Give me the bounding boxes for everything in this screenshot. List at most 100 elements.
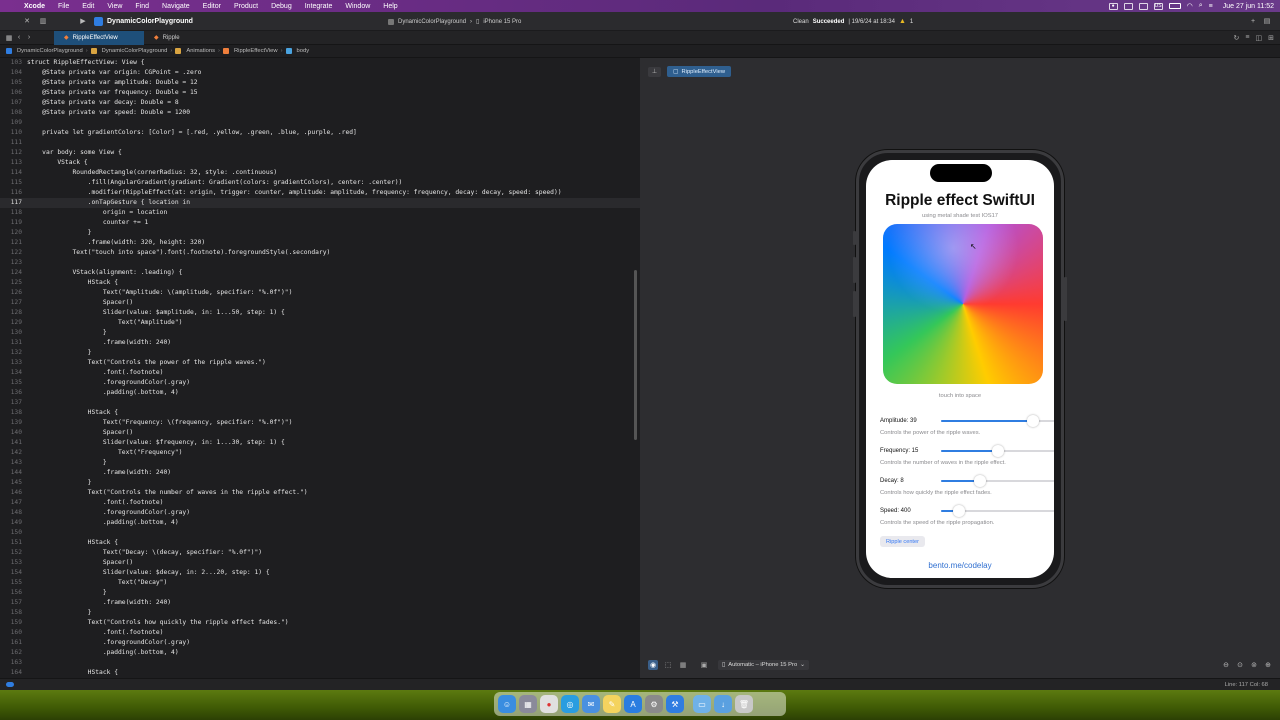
code-line[interactable]: 137 xyxy=(0,398,640,408)
project-name[interactable]: DynamicColorPlayground xyxy=(107,18,193,25)
code-line[interactable]: 156 } xyxy=(0,588,640,598)
selectable-mode-icon[interactable]: ⬚ xyxy=(663,660,673,670)
code-line[interactable]: 142 Text("Frequency") xyxy=(0,448,640,458)
code-line[interactable]: 106 @State private var frequency: Double… xyxy=(0,88,640,98)
code-line[interactable]: 158 } xyxy=(0,608,640,618)
code-line[interactable]: 153 Spacer() xyxy=(0,558,640,568)
code-line[interactable]: 125 HStack { xyxy=(0,278,640,288)
code-line[interactable]: 128 Slider(value: $amplitude, in: 1...50… xyxy=(0,308,640,318)
code-line[interactable]: 154 Slider(value: $decay, in: 2...20, st… xyxy=(0,568,640,578)
menu-integrate[interactable]: Integrate xyxy=(305,3,333,10)
ripple-center-button[interactable]: Ripple center xyxy=(880,536,925,547)
back-icon[interactable]: ‹ xyxy=(14,33,24,43)
code-line[interactable]: 108 @State private var speed: Double = 1… xyxy=(0,108,640,118)
code-editor[interactable]: 103 struct RippleEffectView: View {104 @S… xyxy=(0,58,640,678)
menu-product[interactable]: Product xyxy=(234,3,258,10)
code-line[interactable]: 120 } xyxy=(0,228,640,238)
scheme-selector[interactable]: DynamicColorPlayground › ▯ iPhone 15 Pro xyxy=(388,15,521,28)
code-line[interactable]: 164 HStack { xyxy=(0,668,640,678)
code-line[interactable]: 115 .fill(AngularGradient(gradient: Grad… xyxy=(0,178,640,188)
code-line[interactable]: 139 Text("Frequency: \(frequency, specif… xyxy=(0,418,640,428)
apple-icon[interactable] xyxy=(6,2,14,10)
ripple-gradient-view[interactable]: ↖ xyxy=(883,224,1043,384)
code-line[interactable]: 104 @State private var origin: CGPoint =… xyxy=(0,68,640,78)
crumb-folder[interactable]: Animations xyxy=(186,48,215,54)
code-line[interactable]: 110 private let gradientColors: [Color] … xyxy=(0,128,640,138)
battery-icon[interactable] xyxy=(1168,3,1181,9)
sidebar-toggle-icon[interactable]: ▥ xyxy=(38,16,48,26)
code-line[interactable]: 130 } xyxy=(0,328,640,338)
notes-icon[interactable]: ✎ xyxy=(603,695,621,713)
device-settings-icon[interactable]: ▣ xyxy=(699,660,709,670)
input-source-icon[interactable]: US xyxy=(1153,2,1163,10)
code-line[interactable]: 150 xyxy=(0,528,640,538)
code-line[interactable]: 138 HStack { xyxy=(0,408,640,418)
device-picker[interactable]: ▯ Automatic – iPhone 15 Pro ⌄ xyxy=(718,660,810,670)
slider[interactable] xyxy=(941,505,1054,517)
tab-ripple[interactable]: ◆ Ripple xyxy=(144,31,224,45)
close-window-icon[interactable]: ✕ xyxy=(22,16,32,26)
code-line[interactable]: 111 xyxy=(0,138,640,148)
code-line[interactable]: 118 origin = location xyxy=(0,208,640,218)
code-line[interactable]: 122 Text("touch into space").font(.footn… xyxy=(0,248,640,258)
crumb-symbol[interactable]: body xyxy=(297,48,310,54)
variants-icon[interactable]: ▦ xyxy=(678,660,688,670)
code-line[interactable]: 134 .font(.footnote) xyxy=(0,368,640,378)
tab-ripple-effect-view[interactable]: ◆ RippleEffectView xyxy=(54,30,144,45)
code-line[interactable]: 133 Text("Controls the power of the ripp… xyxy=(0,358,640,368)
menu-edit[interactable]: Edit xyxy=(82,3,94,10)
code-line[interactable]: 163 xyxy=(0,658,640,668)
refresh-icon[interactable]: ↻ xyxy=(1234,34,1240,42)
code-line[interactable]: 124 VStack(alignment: .leading) { xyxy=(0,268,640,278)
window-icon[interactable] xyxy=(1138,2,1148,10)
code-line[interactable]: 146 Text("Controls the number of waves i… xyxy=(0,488,640,498)
split-editor-icon[interactable]: ◫ xyxy=(1256,34,1263,42)
menu-file[interactable]: File xyxy=(58,3,69,10)
warning-icon[interactable]: ▲ xyxy=(899,18,906,25)
menu-xcode[interactable]: Xcode xyxy=(24,3,45,10)
library-plus-icon[interactable]: + xyxy=(1248,16,1258,26)
mail-icon[interactable]: ✉ xyxy=(582,695,600,713)
code-line[interactable]: 121 .frame(width: 320, height: 320) xyxy=(0,238,640,248)
slider[interactable] xyxy=(941,445,1054,457)
add-editor-icon[interactable]: ⊞ xyxy=(1268,34,1274,42)
code-line[interactable]: 147 .font(.footnote) xyxy=(0,498,640,508)
code-line[interactable]: 117 .onTapGesture { location in xyxy=(0,198,640,208)
code-line[interactable]: 157 .frame(width: 240) xyxy=(0,598,640,608)
zoom-100-icon[interactable]: ⊚ xyxy=(1250,661,1258,669)
code-line[interactable]: 162 .padding(.bottom, 4) xyxy=(0,648,640,658)
menu-find[interactable]: Find xyxy=(135,3,149,10)
settings-icon[interactable]: ⚙ xyxy=(645,695,663,713)
zoom-out-icon[interactable]: ⊖ xyxy=(1222,661,1230,669)
code-line[interactable]: 160 .font(.footnote) xyxy=(0,628,640,638)
inspector-toggle-icon[interactable]: ▤ xyxy=(1262,16,1272,26)
code-line[interactable]: 135 .foregroundColor(.gray) xyxy=(0,378,640,388)
warning-count[interactable]: 1 xyxy=(910,19,913,25)
preview-chip[interactable]: ▢ RippleEffectView xyxy=(667,66,732,77)
xcode-icon[interactable]: ⚒ xyxy=(666,695,684,713)
code-line[interactable]: 114 RoundedRectangle(cornerRadius: 32, s… xyxy=(0,168,640,178)
code-line[interactable]: 107 @State private var decay: Double = 8 xyxy=(0,98,640,108)
grid-icon[interactable]: ▦ xyxy=(4,33,14,43)
code-line[interactable]: 161 .foregroundColor(.gray) xyxy=(0,638,640,648)
downloads-icon[interactable]: ↓ xyxy=(714,695,732,713)
control-center-icon[interactable]: ≡ xyxy=(1209,3,1213,10)
finder-icon[interactable]: ☺ xyxy=(498,695,516,713)
code-line[interactable]: 140 Spacer() xyxy=(0,428,640,438)
wifi-icon[interactable]: ◠ xyxy=(1187,2,1193,10)
code-line[interactable]: 152 Text("Decay: \(decay, specifier: "%.… xyxy=(0,548,640,558)
menu-navigate[interactable]: Navigate xyxy=(162,3,190,10)
crumb-group[interactable]: DynamicColorPlayground xyxy=(102,48,168,54)
menu-debug[interactable]: Debug xyxy=(271,3,292,10)
menu-window[interactable]: Window xyxy=(345,3,370,10)
safari-icon[interactable]: ◎ xyxy=(561,695,579,713)
code-line[interactable]: 127 Spacer() xyxy=(0,298,640,308)
code-line[interactable]: 144 .frame(width: 240) xyxy=(0,468,640,478)
code-line[interactable]: 132 } xyxy=(0,348,640,358)
code-line[interactable]: 151 HStack { xyxy=(0,538,640,548)
code-line[interactable]: 129 Text("Amplitude") xyxy=(0,318,640,328)
crumb-file[interactable]: RippleEffectView xyxy=(234,48,278,54)
code-line[interactable]: 141 Slider(value: $frequency, in: 1...30… xyxy=(0,438,640,448)
appstore-icon[interactable]: A xyxy=(624,695,642,713)
code-line[interactable]: 136 .padding(.bottom, 4) xyxy=(0,388,640,398)
